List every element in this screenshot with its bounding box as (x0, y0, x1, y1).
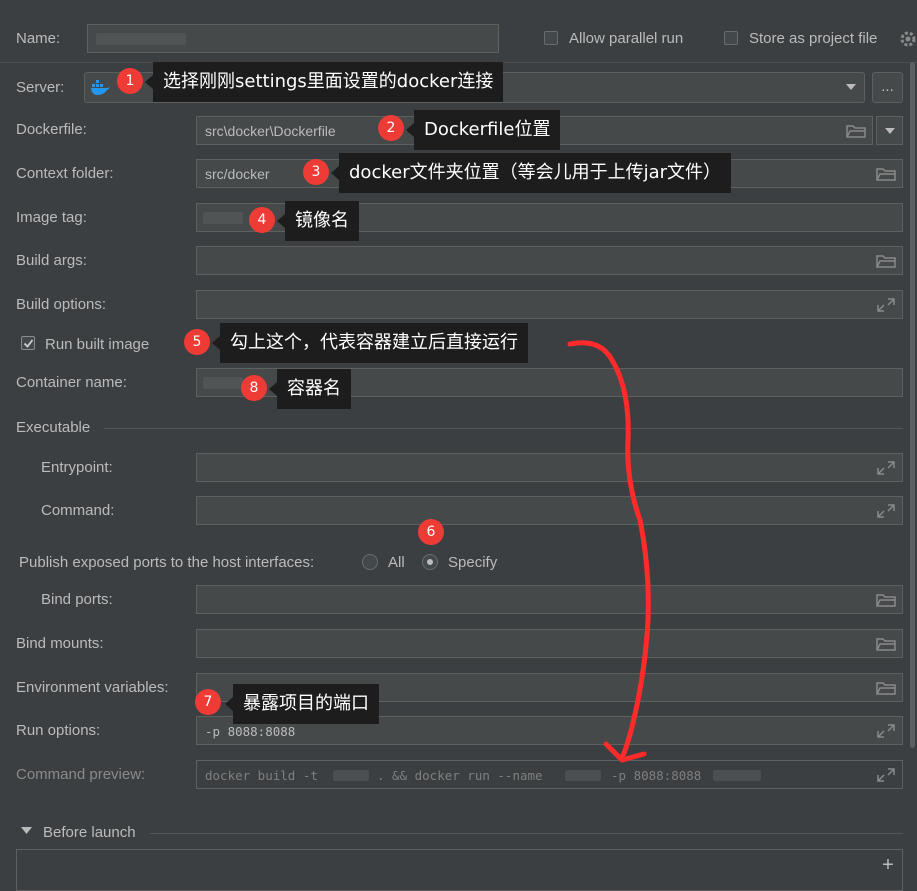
annotation-badge-8: 8 (241, 375, 267, 401)
allow-parallel-run-checkbox[interactable] (544, 31, 558, 45)
add-task-button[interactable]: + (874, 852, 902, 878)
store-as-project-file-label: Store as project file (749, 30, 878, 47)
red-arrow-annotation (567, 340, 651, 763)
redacted-container-name (203, 377, 243, 389)
annotation-callout-2: Dockerfile位置 (405, 110, 561, 150)
build-options-input[interactable] (196, 290, 903, 319)
run-options-label: Run options: (16, 722, 101, 739)
redacted-preview-1 (333, 770, 369, 781)
annotation-callout-3: docker文件夹位置（等会儿用于上传jar文件） (330, 153, 732, 193)
expand-icon[interactable] (876, 503, 896, 519)
container-name-label: Container name: (16, 374, 127, 391)
radio-specify-label: Specify (448, 554, 498, 571)
annotation-callout-8: 容器名 (269, 369, 351, 409)
bind-ports-label: Bind ports: (41, 591, 113, 608)
bind-ports-input[interactable] (196, 585, 903, 614)
dockerfile-dropdown-button[interactable] (876, 116, 903, 145)
entrypoint-label: Entrypoint: (41, 459, 113, 476)
annotation-callout-4: 镜像名 (277, 201, 359, 241)
expand-icon[interactable] (876, 723, 896, 739)
dockerfile-label: Dockerfile: (16, 121, 87, 138)
radio-all[interactable] (362, 554, 378, 570)
build-args-label: Build args: (16, 252, 87, 269)
annotation-badge-3: 3 (303, 159, 329, 185)
server-label: Server: (16, 79, 65, 96)
redacted-preview-2 (565, 770, 601, 781)
radio-specify[interactable] (422, 554, 438, 570)
annotation-badge-4: 4 (249, 207, 275, 233)
redacted-image-tag (203, 212, 243, 224)
before-launch-separator (150, 833, 903, 834)
annotation-badge-5: 5 (184, 329, 210, 355)
folder-icon[interactable] (876, 592, 896, 608)
expand-icon[interactable] (876, 460, 896, 476)
dockerfile-value: src\docker\Dockerfile (205, 123, 336, 139)
publish-ports-label: Publish exposed ports to the host interf… (19, 554, 315, 571)
chevron-down-icon (885, 128, 895, 134)
store-as-project-file-checkbox[interactable] (724, 31, 738, 45)
build-args-input[interactable] (196, 246, 903, 275)
allow-parallel-run-label: Allow parallel run (569, 30, 684, 47)
expand-icon[interactable] (876, 297, 896, 313)
annotation-badge-2: 2 (378, 115, 404, 141)
before-launch-title: Before launch (43, 824, 136, 841)
before-launch-list[interactable] (16, 849, 903, 891)
radio-all-label: All (388, 554, 405, 571)
env-vars-label: Environment variables: (16, 679, 169, 696)
run-options-value: -p 8088:8088 (205, 724, 296, 739)
executable-separator (104, 428, 903, 429)
build-options-label: Build options: (16, 296, 107, 313)
command-preview-field: docker build -t . && docker run --name -… (196, 760, 903, 789)
checkmark-icon (23, 339, 34, 348)
server-more-label: ... (881, 78, 894, 95)
context-folder-value: src/docker (205, 166, 270, 182)
scrollbar-thumb[interactable] (910, 62, 915, 748)
folder-icon[interactable] (846, 123, 866, 139)
command-preview-part1: docker build -t (205, 768, 318, 783)
annotation-callout-5: 勾上这个，代表容器建立后直接运行 (212, 323, 528, 363)
bind-mounts-label: Bind mounts: (16, 635, 104, 652)
executable-section-title: Executable (16, 419, 91, 436)
server-more-button[interactable]: ... (872, 72, 903, 103)
name-label: Name: (16, 30, 61, 47)
name-input[interactable] (87, 24, 499, 53)
command-preview-part3: -p 8088:8088 (611, 768, 702, 783)
redacted-name (96, 33, 186, 45)
annotation-badge-6: 6 (418, 519, 444, 545)
folder-icon[interactable] (876, 636, 896, 652)
annotation-callout-7: 暴露项目的端口 (225, 684, 379, 724)
folder-icon[interactable] (876, 680, 896, 696)
command-label: Command: (41, 502, 115, 519)
command-preview-label: Command preview: (16, 766, 146, 783)
redacted-preview-3 (713, 770, 761, 781)
run-built-image-label: Run built image (45, 336, 150, 353)
gear-icon[interactable] (899, 30, 917, 48)
chevron-down-icon (846, 84, 856, 90)
annotation-badge-1: 1 (117, 68, 143, 94)
folder-icon[interactable] (876, 253, 896, 269)
docker-icon (91, 80, 110, 95)
expand-icon[interactable] (876, 767, 896, 783)
command-preview-part2: . && docker run --name (377, 768, 543, 783)
context-folder-label: Context folder: (16, 165, 114, 182)
collapse-triangle-icon[interactable] (21, 827, 32, 835)
command-input[interactable] (196, 496, 903, 525)
bind-mounts-input[interactable] (196, 629, 903, 658)
image-tag-label: Image tag: (16, 209, 87, 226)
entrypoint-input[interactable] (196, 453, 903, 482)
run-built-image-checkbox[interactable] (21, 336, 35, 350)
folder-icon[interactable] (876, 166, 896, 182)
annotation-badge-7: 7 (195, 689, 221, 715)
annotation-callout-1: 选择刚刚settings里面设置的docker连接 (144, 62, 504, 102)
